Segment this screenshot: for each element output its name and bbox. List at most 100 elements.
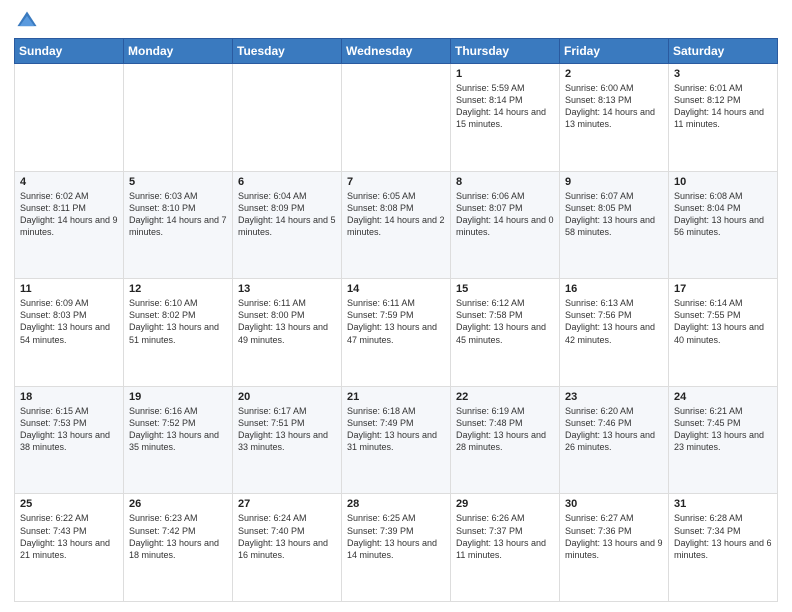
calendar-cell: [124, 64, 233, 172]
day-info: Sunrise: 6:13 AM Sunset: 7:56 PM Dayligh…: [565, 297, 663, 346]
day-info: Sunrise: 6:14 AM Sunset: 7:55 PM Dayligh…: [674, 297, 772, 346]
calendar-cell: 3Sunrise: 6:01 AM Sunset: 8:12 PM Daylig…: [669, 64, 778, 172]
day-info: Sunrise: 6:15 AM Sunset: 7:53 PM Dayligh…: [20, 405, 118, 454]
calendar-cell: 14 Sunrise: 6:11 AM Sunset: 7:59 PM Dayli…: [342, 279, 451, 387]
day-number: 22: [456, 391, 554, 403]
day-info: Sunrise: 6:27 AM Sunset: 7:36 PM Dayligh…: [565, 512, 663, 561]
header: [14, 10, 778, 32]
calendar-cell: 2Sunrise: 6:00 AM Sunset: 8:13 PM Daylig…: [560, 64, 669, 172]
day-header-tuesday: Tuesday: [233, 39, 342, 64]
calendar-cell: [15, 64, 124, 172]
day-number: 31: [674, 498, 772, 510]
day-info: Sunrise: 6:26 AM Sunset: 7:37 PM Dayligh…: [456, 512, 554, 561]
page: SundayMondayTuesdayWednesdayThursdayFrid…: [0, 0, 792, 612]
day-info: Sunrise: 6:12 AM Sunset: 7:58 PM Dayligh…: [456, 297, 554, 346]
day-info: Sunrise: 6:19 AM Sunset: 7:48 PM Dayligh…: [456, 405, 554, 454]
day-info: Sunrise: 6:23 AM Sunset: 7:42 PM Dayligh…: [129, 512, 227, 561]
calendar-cell: 17Sunrise: 6:14 AM Sunset: 7:55 PM Dayli…: [669, 279, 778, 387]
calendar-cell: 15 Sunrise: 6:12 AM Sunset: 7:58 PM Dayli…: [451, 279, 560, 387]
day-info: Sunrise: 6:20 AM Sunset: 7:46 PM Dayligh…: [565, 405, 663, 454]
day-number: 25: [20, 498, 118, 510]
day-number: 12: [129, 283, 227, 295]
day-info: Sunrise: 6:09 AM Sunset: 8:03 PM Dayligh…: [20, 297, 118, 346]
day-number: 9: [565, 176, 663, 188]
day-number: 6: [238, 176, 336, 188]
day-info: Sunrise: 6:02 AM Sunset: 8:11 PM Dayligh…: [20, 190, 118, 239]
logo-icon: [16, 10, 38, 32]
calendar-cell: 7Sunrise: 6:05 AM Sunset: 8:08 PM Daylig…: [342, 171, 451, 279]
day-info: Sunrise: 6:05 AM Sunset: 8:08 PM Dayligh…: [347, 190, 445, 239]
day-info: Sunrise: 6:11 AM Sunset: 7:59 PM Dayligh…: [347, 297, 445, 346]
calendar-cell: 23 Sunrise: 6:20 AM Sunset: 7:46 PM Dayli…: [560, 386, 669, 494]
day-number: 2: [565, 68, 663, 80]
calendar-cell: 18 Sunrise: 6:15 AM Sunset: 7:53 PM Dayli…: [15, 386, 124, 494]
calendar-cell: 28 Sunrise: 6:25 AM Sunset: 7:39 PM Dayli…: [342, 494, 451, 602]
calendar-cell: 19 Sunrise: 6:16 AM Sunset: 7:52 PM Dayli…: [124, 386, 233, 494]
day-number: 1: [456, 68, 554, 80]
day-number: 16: [565, 283, 663, 295]
day-number: 29: [456, 498, 554, 510]
week-row-5: 25 Sunrise: 6:22 AM Sunset: 7:43 PM Dayli…: [15, 494, 778, 602]
day-header-thursday: Thursday: [451, 39, 560, 64]
calendar-cell: 12 Sunrise: 6:10 AM Sunset: 8:02 PM Dayli…: [124, 279, 233, 387]
day-number: 14: [347, 283, 445, 295]
week-row-4: 18 Sunrise: 6:15 AM Sunset: 7:53 PM Dayli…: [15, 386, 778, 494]
week-row-3: 11Sunrise: 6:09 AM Sunset: 8:03 PM Dayli…: [15, 279, 778, 387]
day-info: Sunrise: 6:10 AM Sunset: 8:02 PM Dayligh…: [129, 297, 227, 346]
calendar-cell: [342, 64, 451, 172]
calendar-cell: 13Sunrise: 6:11 AM Sunset: 8:00 PM Dayli…: [233, 279, 342, 387]
calendar-cell: 6 Sunrise: 6:04 AM Sunset: 8:09 PM Daylig…: [233, 171, 342, 279]
day-header-wednesday: Wednesday: [342, 39, 451, 64]
day-header-sunday: Sunday: [15, 39, 124, 64]
calendar-cell: 30 Sunrise: 6:27 AM Sunset: 7:36 PM Dayli…: [560, 494, 669, 602]
day-info: Sunrise: 6:08 AM Sunset: 8:04 PM Dayligh…: [674, 190, 772, 239]
calendar-cell: 20Sunrise: 6:17 AM Sunset: 7:51 PM Dayli…: [233, 386, 342, 494]
day-number: 24: [674, 391, 772, 403]
day-info: Sunrise: 6:25 AM Sunset: 7:39 PM Dayligh…: [347, 512, 445, 561]
day-number: 23: [565, 391, 663, 403]
day-info: Sunrise: 6:16 AM Sunset: 7:52 PM Dayligh…: [129, 405, 227, 454]
day-info: Sunrise: 6:22 AM Sunset: 7:43 PM Dayligh…: [20, 512, 118, 561]
day-number: 28: [347, 498, 445, 510]
day-number: 4: [20, 176, 118, 188]
day-number: 5: [129, 176, 227, 188]
calendar-cell: 26 Sunrise: 6:23 AM Sunset: 7:42 PM Dayli…: [124, 494, 233, 602]
day-info: Sunrise: 6:28 AM Sunset: 7:34 PM Dayligh…: [674, 512, 772, 561]
day-number: 26: [129, 498, 227, 510]
calendar-cell: 11Sunrise: 6:09 AM Sunset: 8:03 PM Dayli…: [15, 279, 124, 387]
day-number: 8: [456, 176, 554, 188]
day-info: Sunrise: 6:11 AM Sunset: 8:00 PM Dayligh…: [238, 297, 336, 346]
day-number: 15: [456, 283, 554, 295]
day-header-monday: Monday: [124, 39, 233, 64]
week-row-2: 4 Sunrise: 6:02 AM Sunset: 8:11 PM Daylig…: [15, 171, 778, 279]
day-info: Sunrise: 6:21 AM Sunset: 7:45 PM Dayligh…: [674, 405, 772, 454]
calendar-cell: 27 Sunrise: 6:24 AM Sunset: 7:40 PM Dayli…: [233, 494, 342, 602]
day-number: 3: [674, 68, 772, 80]
day-number: 21: [347, 391, 445, 403]
calendar-body: 1 Sunrise: 5:59 AM Sunset: 8:14 PM Daylig…: [15, 64, 778, 602]
day-info: Sunrise: 6:07 AM Sunset: 8:05 PM Dayligh…: [565, 190, 663, 239]
day-number: 27: [238, 498, 336, 510]
calendar-cell: 9 Sunrise: 6:07 AM Sunset: 8:05 PM Daylig…: [560, 171, 669, 279]
day-number: 18: [20, 391, 118, 403]
calendar-cell: 10 Sunrise: 6:08 AM Sunset: 8:04 PM Dayli…: [669, 171, 778, 279]
calendar-cell: 31 Sunrise: 6:28 AM Sunset: 7:34 PM Dayli…: [669, 494, 778, 602]
day-header-friday: Friday: [560, 39, 669, 64]
calendar-cell: 8Sunrise: 6:06 AM Sunset: 8:07 PM Daylig…: [451, 171, 560, 279]
calendar-cell: 24 Sunrise: 6:21 AM Sunset: 7:45 PM Dayli…: [669, 386, 778, 494]
calendar-header: SundayMondayTuesdayWednesdayThursdayFrid…: [15, 39, 778, 64]
day-number: 10: [674, 176, 772, 188]
day-header-row: SundayMondayTuesdayWednesdayThursdayFrid…: [15, 39, 778, 64]
day-info: Sunrise: 6:04 AM Sunset: 8:09 PM Dayligh…: [238, 190, 336, 239]
calendar-cell: 25 Sunrise: 6:22 AM Sunset: 7:43 PM Dayli…: [15, 494, 124, 602]
calendar-cell: 21Sunrise: 6:18 AM Sunset: 7:49 PM Dayli…: [342, 386, 451, 494]
day-number: 19: [129, 391, 227, 403]
day-info: Sunrise: 6:03 AM Sunset: 8:10 PM Dayligh…: [129, 190, 227, 239]
day-info: Sunrise: 6:17 AM Sunset: 7:51 PM Dayligh…: [238, 405, 336, 454]
logo: [14, 10, 40, 32]
day-number: 30: [565, 498, 663, 510]
calendar-cell: 29 Sunrise: 6:26 AM Sunset: 7:37 PM Dayli…: [451, 494, 560, 602]
calendar-cell: [233, 64, 342, 172]
day-info: Sunrise: 5:59 AM Sunset: 8:14 PM Dayligh…: [456, 82, 554, 131]
day-info: Sunrise: 6:24 AM Sunset: 7:40 PM Dayligh…: [238, 512, 336, 561]
